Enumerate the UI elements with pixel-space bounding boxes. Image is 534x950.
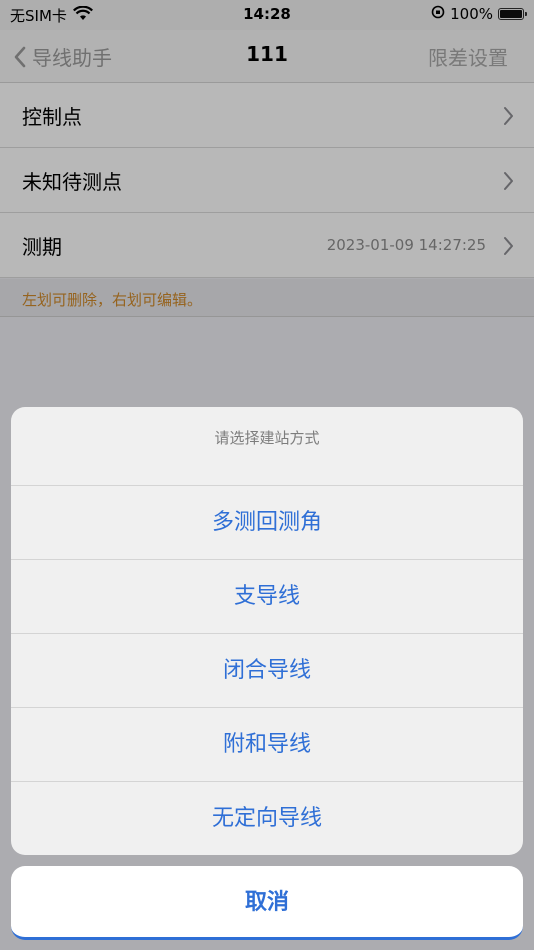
- option-multi-round-angle[interactable]: 多测回测角: [11, 486, 523, 560]
- action-sheet-title: 请选择建站方式: [11, 407, 523, 486]
- option-branch-traverse[interactable]: 支导线: [11, 560, 523, 634]
- cancel-button[interactable]: 取消: [11, 866, 523, 940]
- action-sheet: 请选择建站方式 多测回测角 支导线 闭合导线 附和导线 无定向导线: [11, 407, 523, 855]
- option-unoriented-traverse[interactable]: 无定向导线: [11, 782, 523, 855]
- option-connecting-traverse[interactable]: 附和导线: [11, 708, 523, 782]
- option-closed-traverse[interactable]: 闭合导线: [11, 634, 523, 708]
